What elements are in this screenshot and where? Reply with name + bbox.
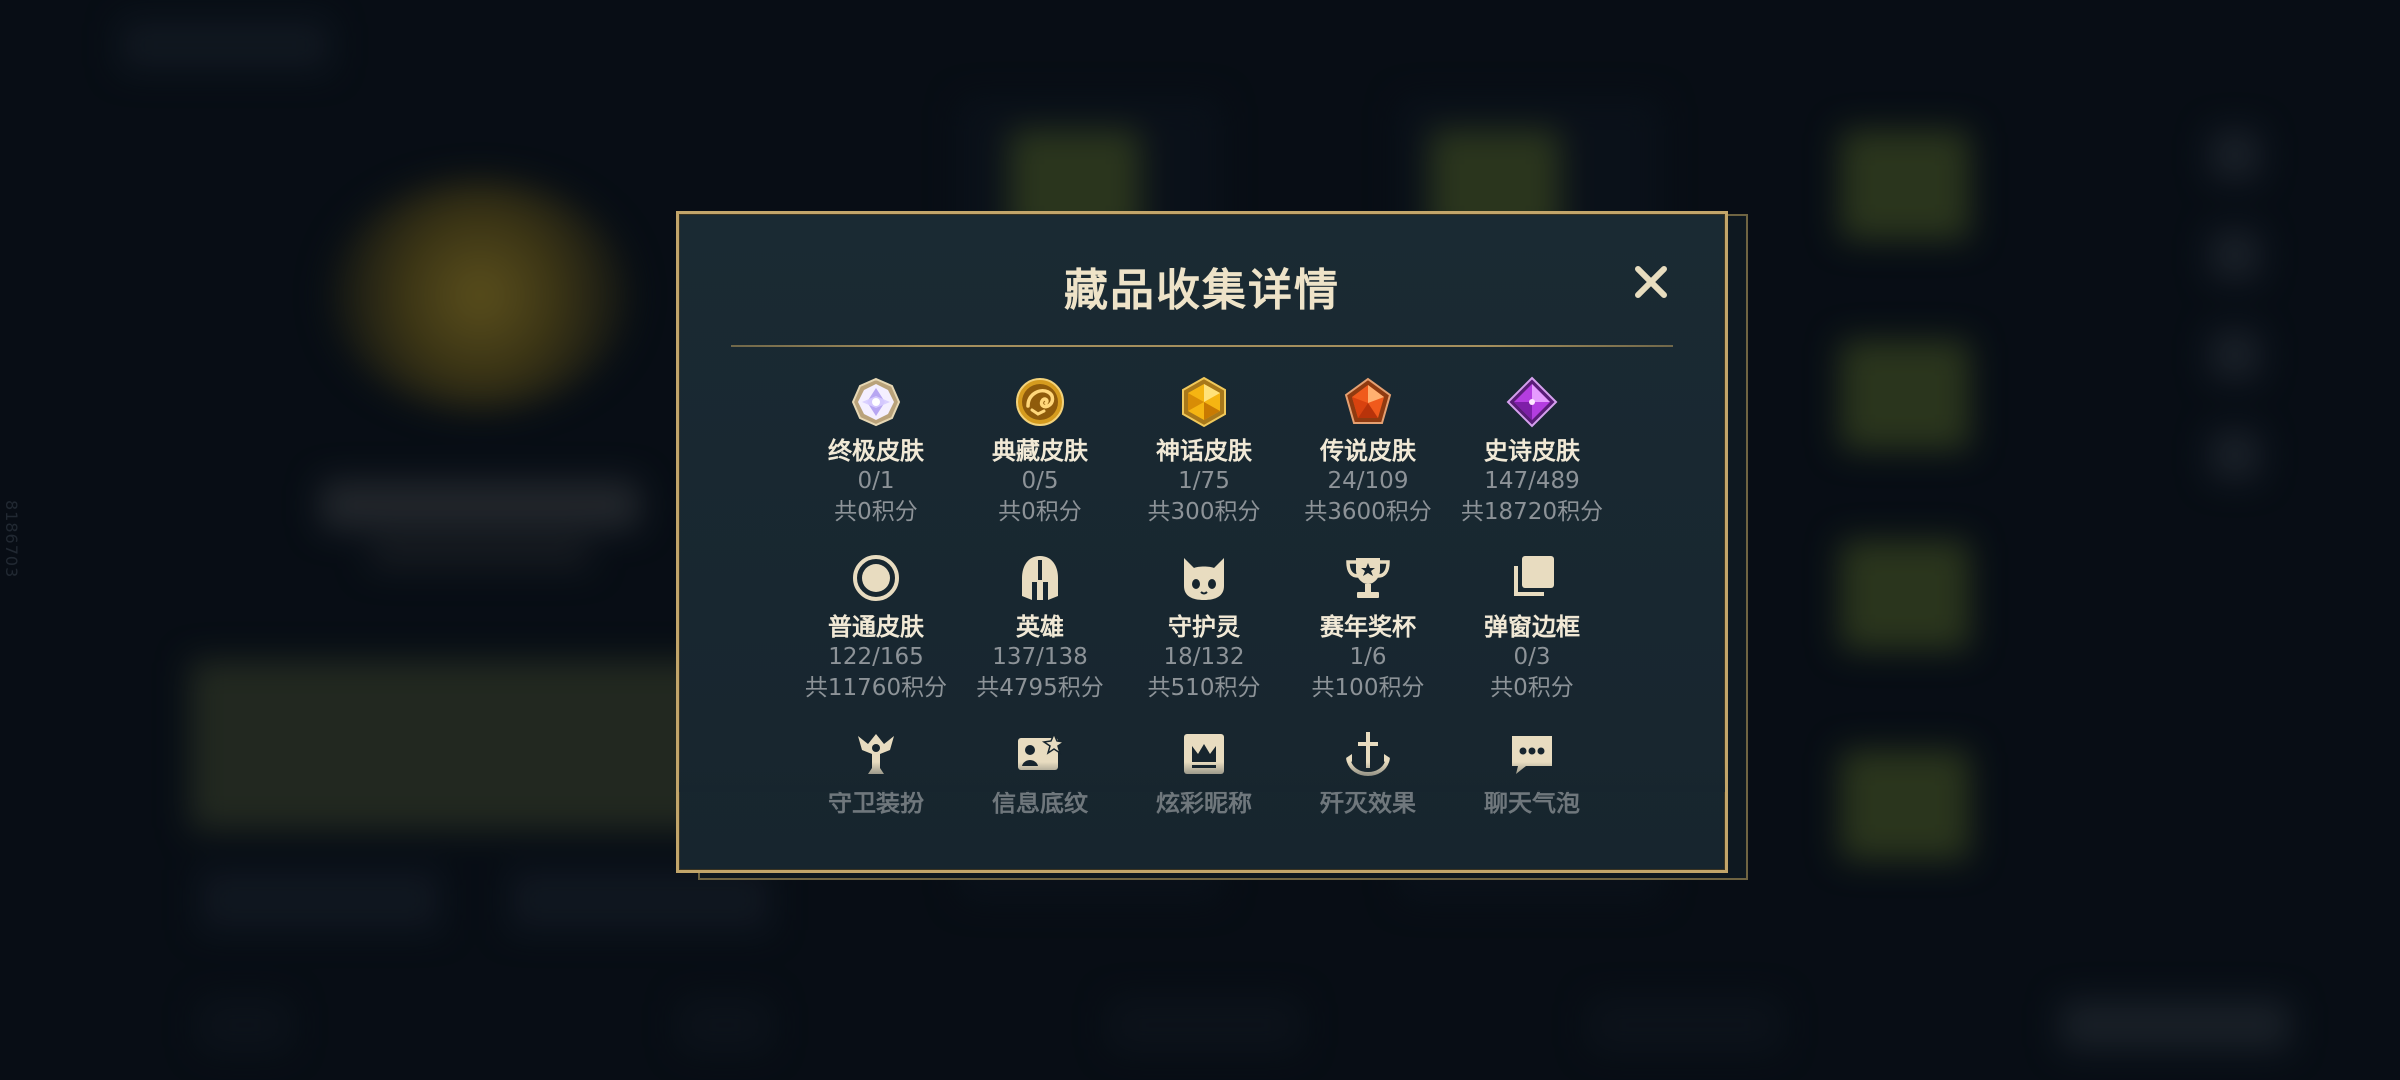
dialog-title: 藏品收集详情 [1064,265,1340,316]
item-label: 炫彩昵称 [1156,789,1252,817]
item-label: 信息底纹 [992,789,1088,817]
frame-stack-icon [1504,550,1560,606]
item-count: 122/165 [828,644,924,670]
collection-item-mythic-skin[interactable]: 神话皮肤 1/75 共300积分 [1122,374,1286,528]
collection-details-dialog: 藏品收集详情 终极皮肤 0/1 共0积分 典藏皮肤 0/5 共0积分 神话皮肤 … [676,211,1728,873]
collection-item-popup-frame[interactable]: 弹窗边框 0/3 共0积分 [1450,550,1614,704]
item-points: 共0积分 [834,499,918,525]
item-label: 终极皮肤 [828,437,924,465]
item-count: 1/6 [1349,644,1387,670]
collection-item-color-nickname[interactable]: 炫彩昵称 [1122,726,1286,818]
item-label: 歼灭效果 [1320,789,1416,817]
title-divider [731,345,1673,347]
item-points: 共100积分 [1311,675,1425,701]
item-points: 共510积分 [1147,675,1261,701]
item-label: 英雄 [1016,613,1064,641]
item-label: 守护灵 [1168,613,1240,641]
collection-item-season-trophy[interactable]: 赛年奖杯 1/6 共100积分 [1286,550,1450,704]
collection-item-legend-skin[interactable]: 传说皮肤 24/109 共3600积分 [1286,374,1450,528]
helmet-icon [1012,550,1068,606]
collection-item-epic-skin[interactable]: 史诗皮肤 147/489 共18720积分 [1450,374,1614,528]
item-count: 24/109 [1327,468,1409,494]
collection-item-collector-skin[interactable]: 典藏皮肤 0/5 共0积分 [958,374,1122,528]
item-label: 赛年奖杯 [1320,613,1416,641]
item-count: 0/5 [1021,468,1059,494]
collection-item-info-card[interactable]: 信息底纹 [958,726,1122,818]
item-label: 弹窗边框 [1484,613,1580,641]
item-label: 守卫装扮 [828,789,924,817]
collection-item-guardian[interactable]: 守护灵 18/132 共510积分 [1122,550,1286,704]
trophy-icon [1340,550,1396,606]
item-points: 共3600积分 [1304,499,1432,525]
item-count: 147/489 [1484,468,1580,494]
item-points: 共4795积分 [976,675,1104,701]
ultimate-gem-icon [848,374,904,430]
item-points: 共0积分 [1490,675,1574,701]
item-label: 神话皮肤 [1156,437,1252,465]
item-label: 传说皮肤 [1320,437,1416,465]
anchor-sword-icon [1340,726,1396,782]
item-label: 聊天气泡 [1484,789,1580,817]
item-count: 0/1 [857,468,895,494]
guardian-pet-icon [1176,550,1232,606]
item-label: 普通皮肤 [828,613,924,641]
gold-gem-icon [1176,374,1232,430]
orange-gem-icon [1340,374,1396,430]
crown-card-icon [1176,726,1232,782]
item-points: 共300积分 [1147,499,1261,525]
item-count: 0/3 [1513,644,1551,670]
dragon-emblem-icon [1012,374,1068,430]
info-card-icon [1012,726,1068,782]
item-count: 1/75 [1178,468,1230,494]
close-button[interactable] [1627,258,1675,306]
purple-gem-icon [1504,374,1560,430]
collection-item-chat-bubble[interactable]: 聊天气泡 [1450,726,1614,818]
item-points: 共0积分 [998,499,1082,525]
collection-item-ultimate-skin[interactable]: 终极皮肤 0/1 共0积分 [794,374,958,528]
close-icon [1635,266,1667,298]
collection-item-hero[interactable]: 英雄 137/138 共4795积分 [958,550,1122,704]
ward-icon [848,726,904,782]
item-points: 共11760积分 [804,675,948,701]
item-count: 137/138 [992,644,1088,670]
collection-item-kill-effect[interactable]: 歼灭效果 [1286,726,1450,818]
collection-item-ward-skin[interactable]: 守卫装扮 [794,726,958,818]
item-label: 典藏皮肤 [992,437,1088,465]
item-label: 史诗皮肤 [1484,437,1580,465]
ring-icon [848,550,904,606]
chat-bubble-icon [1504,726,1560,782]
collection-grid: 终极皮肤 0/1 共0积分 典藏皮肤 0/5 共0积分 神话皮肤 1/75 共3… [794,374,1614,818]
item-count: 18/132 [1163,644,1245,670]
collection-item-normal-skin[interactable]: 普通皮肤 122/165 共11760积分 [794,550,958,704]
item-points: 共18720积分 [1460,499,1604,525]
